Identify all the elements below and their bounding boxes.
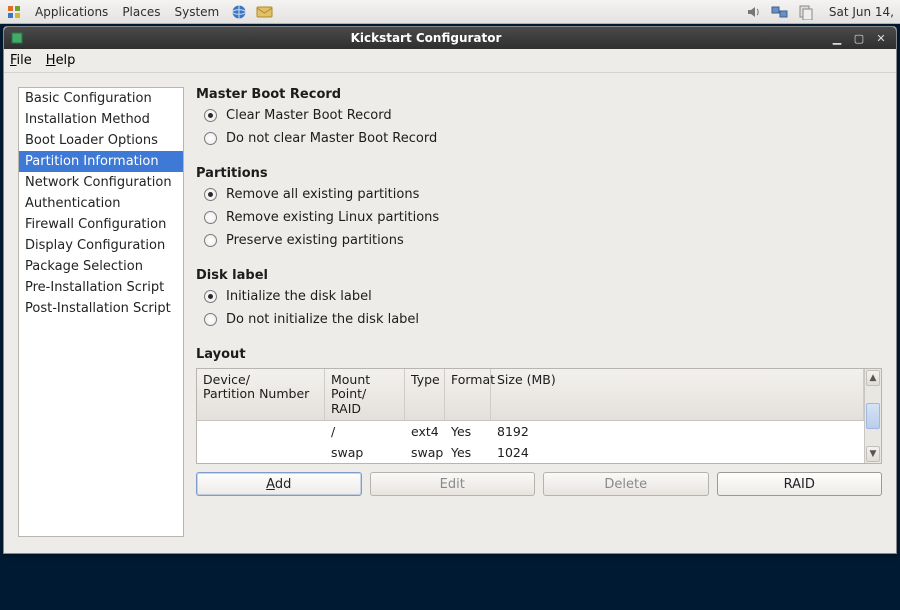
layout-scrollbar[interactable]: ▲ ▼ xyxy=(864,369,881,463)
cell-device xyxy=(197,421,325,442)
disklabel-option-0[interactable]: Initialize the disk label xyxy=(204,289,882,304)
mail-launcher-icon[interactable] xyxy=(254,3,276,21)
disklabel-option-1[interactable]: Do not initialize the disk label xyxy=(204,312,882,327)
app-window: Kickstart Configurator ▁ ▢ ✕ File Help B… xyxy=(3,26,897,554)
top-panel: Applications Places System Sat Jun 14, xyxy=(0,0,900,24)
sidebar-item-basic-configuration[interactable]: Basic Configuration xyxy=(19,88,183,109)
radio-icon xyxy=(204,109,217,122)
cell-type: ext4 xyxy=(405,421,445,442)
sidebar-item-partition-information[interactable]: Partition Information xyxy=(19,151,183,172)
titlebar[interactable]: Kickstart Configurator ▁ ▢ ✕ xyxy=(4,27,896,49)
sidebar-item-installation-method[interactable]: Installation Method xyxy=(19,109,183,130)
partitions-label-1: Remove existing Linux partitions xyxy=(226,210,439,225)
section-layout-title: Layout xyxy=(196,347,882,362)
section-partitions-title: Partitions xyxy=(196,166,882,181)
sidebar-item-network-configuration[interactable]: Network Configuration xyxy=(19,172,183,193)
header-device[interactable]: Device/ Partition Number xyxy=(197,369,325,420)
network-icon[interactable] xyxy=(769,3,791,21)
header-format[interactable]: Format xyxy=(445,369,491,420)
mbr-label-1: Do not clear Master Boot Record xyxy=(226,131,437,146)
cell-device xyxy=(197,442,325,463)
menu-help[interactable]: Help xyxy=(46,53,76,68)
sidebar-item-authentication[interactable]: Authentication xyxy=(19,193,183,214)
menu-file[interactable]: File xyxy=(10,53,32,68)
partitions-option-1[interactable]: Remove existing Linux partitions xyxy=(204,210,882,225)
panel-menu-applications[interactable]: Applications xyxy=(28,5,115,19)
minimize-button[interactable]: ▁ xyxy=(828,31,846,45)
scroll-up-icon[interactable]: ▲ xyxy=(866,370,880,386)
cell-format: Yes xyxy=(445,442,491,463)
partitions-option-0[interactable]: Remove all existing partitions xyxy=(204,187,882,202)
cell-mount: / xyxy=(325,421,405,442)
cell-size: 8192 xyxy=(491,421,864,442)
mbr-option-0[interactable]: Clear Master Boot Record xyxy=(204,108,882,123)
maximize-button[interactable]: ▢ xyxy=(850,31,868,45)
disklabel-label-1: Do not initialize the disk label xyxy=(226,312,419,327)
sidebar-item-pre-installation-script[interactable]: Pre-Installation Script xyxy=(19,277,183,298)
section-mbr-title: Master Boot Record xyxy=(196,87,882,102)
sidebar-item-display-configuration[interactable]: Display Configuration xyxy=(19,235,183,256)
edit-button: Edit xyxy=(370,472,536,496)
panel-menu-system[interactable]: System xyxy=(167,5,226,19)
section-disklabel-title: Disk label xyxy=(196,268,882,283)
header-mount[interactable]: Mount Point/ RAID xyxy=(325,369,405,420)
disklabel-label-0: Initialize the disk label xyxy=(226,289,372,304)
scroll-down-icon[interactable]: ▼ xyxy=(866,446,880,462)
sidebar: Basic ConfigurationInstallation MethodBo… xyxy=(18,87,184,537)
mbr-label-0: Clear Master Boot Record xyxy=(226,108,392,123)
table-row[interactable]: swapswapYes1024 xyxy=(197,442,864,463)
radio-icon xyxy=(204,234,217,247)
layout-table: Device/ Partition Number Mount Point/ RA… xyxy=(196,368,882,464)
header-type[interactable]: Type xyxy=(405,369,445,420)
close-button[interactable]: ✕ xyxy=(872,31,890,45)
radio-icon xyxy=(204,188,217,201)
partitions-label-2: Preserve existing partitions xyxy=(226,233,404,248)
layout-buttons: Add Edit Delete RAID xyxy=(196,472,882,496)
cell-type: swap xyxy=(405,442,445,463)
sidebar-item-boot-loader-options[interactable]: Boot Loader Options xyxy=(19,130,183,151)
delete-button: Delete xyxy=(543,472,709,496)
layout-header-row: Device/ Partition Number Mount Point/ RA… xyxy=(197,369,864,421)
radio-icon xyxy=(204,132,217,145)
radio-icon xyxy=(204,313,217,326)
scroll-thumb[interactable] xyxy=(866,403,880,429)
partitions-option-2[interactable]: Preserve existing partitions xyxy=(204,233,882,248)
volume-icon[interactable] xyxy=(743,3,765,21)
radio-icon xyxy=(204,290,217,303)
cell-format: Yes xyxy=(445,421,491,442)
table-row[interactable]: /ext4Yes8192 xyxy=(197,421,864,442)
cell-size: 1024 xyxy=(491,442,864,463)
raid-button[interactable]: RAID xyxy=(717,472,883,496)
window-title: Kickstart Configurator xyxy=(26,31,826,45)
partitions-label-0: Remove all existing partitions xyxy=(226,187,419,202)
cell-mount: swap xyxy=(325,442,405,463)
sidebar-item-post-installation-script[interactable]: Post-Installation Script xyxy=(19,298,183,319)
mbr-option-1[interactable]: Do not clear Master Boot Record xyxy=(204,131,882,146)
add-button[interactable]: Add xyxy=(196,472,362,496)
main-pane: Master Boot Record Clear Master Boot Rec… xyxy=(196,87,882,537)
foot-launcher-icon[interactable] xyxy=(5,4,25,20)
header-size[interactable]: Size (MB) xyxy=(491,369,864,420)
panel-clock[interactable]: Sat Jun 14, xyxy=(819,5,900,19)
app-icon xyxy=(8,31,26,45)
menubar: File Help xyxy=(4,49,896,73)
sidebar-item-package-selection[interactable]: Package Selection xyxy=(19,256,183,277)
radio-icon xyxy=(204,211,217,224)
browser-launcher-icon[interactable] xyxy=(228,3,250,21)
clipboard-icon[interactable] xyxy=(795,3,817,21)
sidebar-item-firewall-configuration[interactable]: Firewall Configuration xyxy=(19,214,183,235)
panel-menu-places[interactable]: Places xyxy=(115,5,167,19)
